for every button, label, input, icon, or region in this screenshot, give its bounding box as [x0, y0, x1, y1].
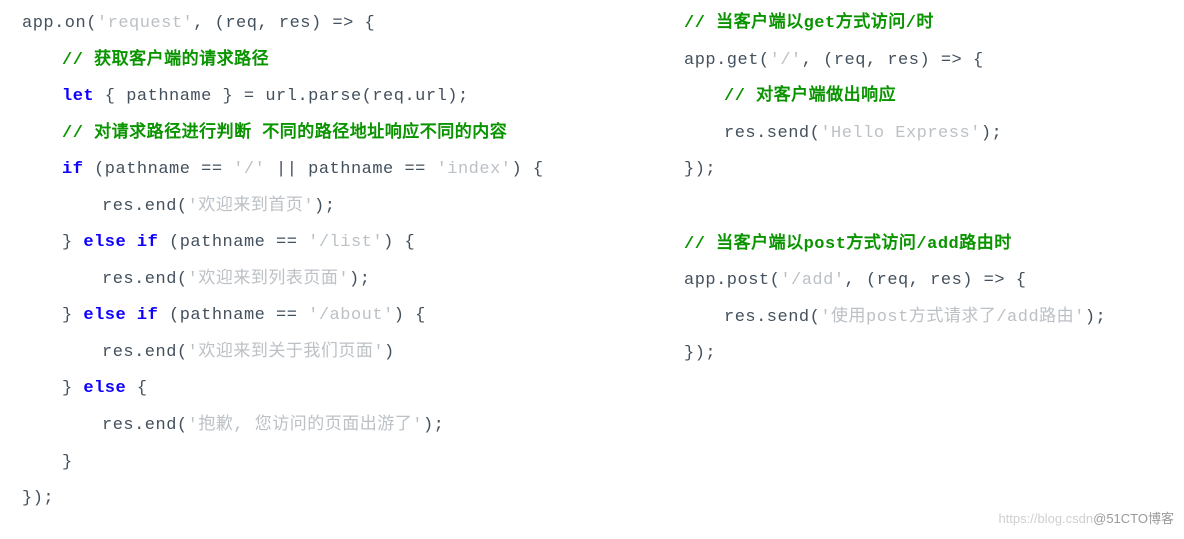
code-text: ) {	[512, 160, 544, 179]
code-string: '抱歉, 您访问的页面出游了'	[188, 416, 423, 435]
code-string: 'index'	[437, 160, 512, 179]
code-text: }	[62, 379, 83, 398]
code-comment: // 对客户端做出响应	[724, 87, 896, 106]
code-comment: // 对请求路径进行判断 不同的路径地址响应不同的内容	[62, 124, 507, 143]
code-text: app.on(	[22, 14, 97, 33]
code-line: // 对请求路径进行判断 不同的路径地址响应不同的内容	[22, 116, 620, 153]
code-text: app.post(	[684, 271, 780, 290]
code-string: '/'	[770, 51, 802, 70]
code-text: (pathname ==	[83, 160, 233, 179]
code-line: }	[22, 445, 620, 482]
code-string: 'Hello Express'	[820, 124, 981, 143]
code-keyword: else if	[83, 306, 158, 325]
code-line: app.on('request', (req, res) => {	[22, 6, 620, 43]
code-text: }	[62, 233, 83, 252]
code-line: app.post('/add', (req, res) => {	[684, 263, 1184, 300]
code-text: });	[684, 344, 716, 363]
code-text: res.end(	[102, 197, 188, 216]
code-line: res.end('欢迎来到列表页面');	[22, 262, 620, 299]
code-line: if (pathname == '/' || pathname == 'inde…	[22, 152, 620, 189]
code-line: // 当客户端以get方式访问/时	[684, 6, 1184, 43]
code-text: }	[62, 453, 73, 472]
code-string: '/list'	[308, 233, 383, 252]
code-text: }	[62, 306, 83, 325]
left-code-block: app.on('request', (req, res) => { // 获取客…	[0, 0, 620, 539]
code-text: , (req, res) => {	[845, 271, 1027, 290]
code-text: res.end(	[102, 343, 188, 362]
code-line: });	[22, 481, 620, 518]
gap	[684, 189, 1184, 227]
code-line: } else {	[22, 371, 620, 408]
code-text: );	[423, 416, 444, 435]
code-keyword: else if	[83, 233, 158, 252]
code-string: '/add'	[780, 271, 844, 290]
right-code-block: // 当客户端以get方式访问/时 app.get('/', (req, res…	[620, 0, 1184, 539]
code-string: '/about'	[308, 306, 394, 325]
code-text: , (req, res) => {	[802, 51, 984, 70]
code-keyword: else	[83, 379, 126, 398]
code-string: '/'	[233, 160, 265, 179]
code-line: // 对客户端做出响应	[684, 79, 1184, 116]
code-line: res.end('欢迎来到关于我们页面')	[22, 335, 620, 372]
code-text: });	[22, 489, 54, 508]
watermark: https://blog.csdn@51CTO博客	[998, 505, 1174, 533]
code-comment: // 获取客户端的请求路径	[62, 51, 269, 70]
code-comment: // 当客户端以post方式访问/add路由时	[684, 235, 1012, 254]
code-comment: // 当客户端以get方式访问/时	[684, 14, 934, 33]
code-text: {	[126, 379, 147, 398]
code-line: res.end('欢迎来到首页');	[22, 189, 620, 226]
code-line: } else if (pathname == '/list') {	[22, 225, 620, 262]
watermark-faded: https://blog.csdn	[998, 511, 1093, 526]
code-string: '使用post方式请求了/add路由'	[820, 308, 1085, 327]
code-text: ) {	[394, 306, 426, 325]
code-string: '欢迎来到关于我们页面'	[188, 343, 384, 362]
code-text: )	[384, 343, 395, 362]
code-text: res.send(	[724, 124, 820, 143]
code-line: res.send('Hello Express');	[684, 116, 1184, 153]
code-line: app.get('/', (req, res) => {	[684, 43, 1184, 80]
code-line: });	[684, 336, 1184, 373]
code-text: res.end(	[102, 270, 188, 289]
code-text: { pathname } = url.parse(req.url);	[94, 87, 469, 106]
code-string: '欢迎来到首页'	[188, 197, 314, 216]
code-text: });	[684, 160, 716, 179]
code-text: ) {	[383, 233, 415, 252]
code-text: || pathname ==	[265, 160, 436, 179]
code-line: res.send('使用post方式请求了/add路由');	[684, 300, 1184, 337]
code-text: );	[349, 270, 370, 289]
code-text: , (req, res) => {	[193, 14, 375, 33]
code-text: app.get(	[684, 51, 770, 70]
code-text: );	[314, 197, 335, 216]
code-line: });	[684, 152, 1184, 189]
code-string: '欢迎来到列表页面'	[188, 270, 349, 289]
code-keyword: let	[62, 87, 94, 106]
code-text: );	[981, 124, 1002, 143]
watermark-source: @51CTO博客	[1093, 511, 1174, 526]
code-keyword: if	[62, 160, 83, 179]
code-text: (pathname ==	[158, 306, 308, 325]
code-line: // 获取客户端的请求路径	[22, 43, 620, 80]
code-string: 'request'	[97, 14, 193, 33]
code-text: res.send(	[724, 308, 820, 327]
code-text: );	[1085, 308, 1106, 327]
code-line: } else if (pathname == '/about') {	[22, 298, 620, 335]
code-line: res.end('抱歉, 您访问的页面出游了');	[22, 408, 620, 445]
code-line: // 当客户端以post方式访问/add路由时	[684, 227, 1184, 264]
code-line: let { pathname } = url.parse(req.url);	[22, 79, 620, 116]
code-text: (pathname ==	[158, 233, 308, 252]
code-text: res.end(	[102, 416, 188, 435]
